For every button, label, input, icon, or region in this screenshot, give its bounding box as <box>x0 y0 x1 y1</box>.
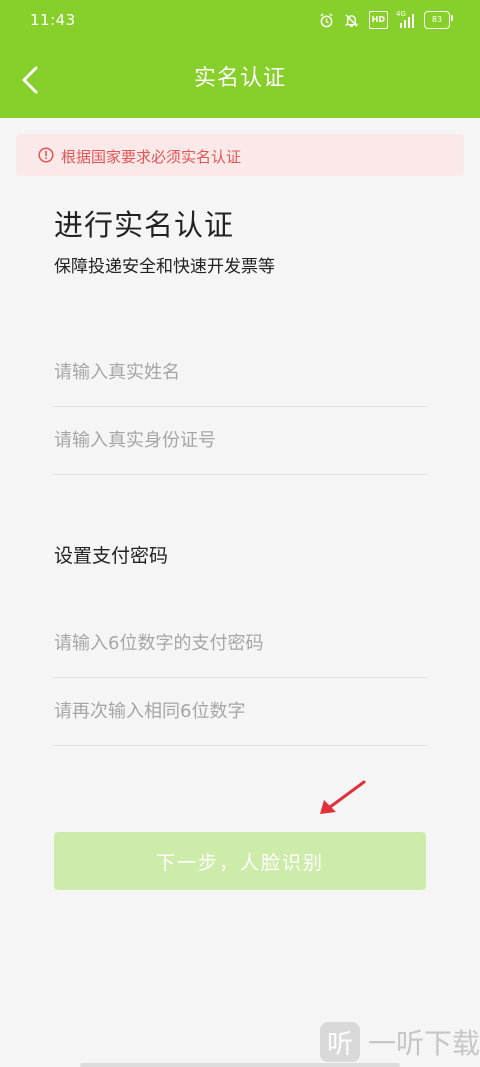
watermark-text: 一听下载 <box>368 1027 480 1060</box>
payment-password-title: 设置支付密码 <box>54 545 169 567</box>
battery-icon: 83 <box>424 11 453 29</box>
id-number-input[interactable] <box>54 430 426 451</box>
mute-bell-icon <box>344 12 359 28</box>
id-number-field-wrap <box>54 408 426 475</box>
status-time: 11:43 <box>30 11 76 29</box>
real-name-input[interactable] <box>54 362 426 383</box>
alarm-icon <box>319 12 334 28</box>
hd-icon: HD <box>368 11 388 29</box>
alert-icon <box>38 147 54 163</box>
home-indicator[interactable] <box>80 1063 400 1067</box>
confirm-password-field-wrap <box>54 679 426 746</box>
watermark-logo: 听 <box>320 1022 360 1062</box>
form-subheading: 保障投递安全和快速开发票等 <box>54 257 275 277</box>
notice-text: 根据国家要求必须实名认证 <box>61 148 242 166</box>
status-bar: 11:43 HD 4G 83 <box>0 0 480 42</box>
status-icons: HD 4G 83 <box>319 10 453 29</box>
real-name-field-wrap <box>54 340 426 407</box>
payment-password-input[interactable] <box>54 633 426 654</box>
signal-label: 4G <box>396 10 406 18</box>
page-title: 实名认证 <box>193 66 286 91</box>
annotation-arrow-icon <box>320 780 366 814</box>
next-face-recognition-button[interactable]: 下一步，人脸识别 <box>54 832 426 890</box>
top-header: 11:43 HD 4G 83 实名认证 <box>0 0 480 118</box>
payment-password-field-wrap <box>54 611 426 678</box>
form-heading: 进行实名认证 <box>54 208 235 242</box>
confirm-password-input[interactable] <box>54 701 426 722</box>
signal-icon: 4G <box>396 10 414 28</box>
notice-banner: 根据国家要求必须实名认证 <box>16 134 464 176</box>
watermark: 听 一听下载 <box>320 1022 480 1062</box>
